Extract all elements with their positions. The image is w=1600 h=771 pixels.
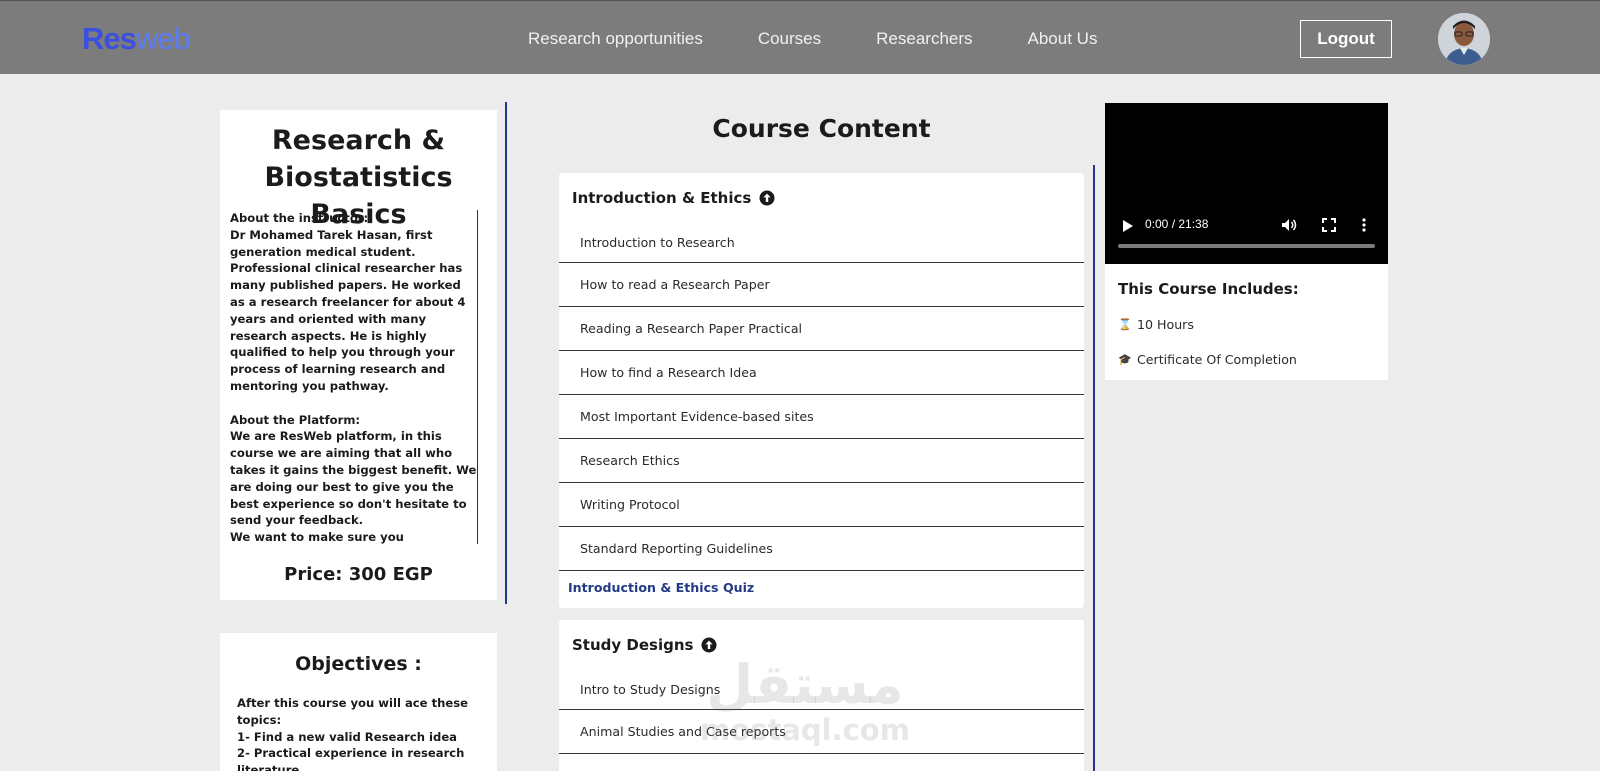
lesson-item[interactable]: Research Ethics [559, 439, 1084, 483]
objective-item: 1- Find a new valid Research idea [237, 729, 458, 744]
lesson-item[interactable]: Animal Studies and Case reports [559, 710, 1084, 754]
section-quiz-link[interactable]: Introduction & Ethics Quiz [559, 571, 1084, 604]
lesson-item[interactable]: How to read a Research Paper [559, 263, 1084, 307]
about-platform-text: We are ResWeb platform, in this course w… [230, 429, 477, 544]
lesson-item[interactable]: Writing Protocol [559, 483, 1084, 527]
course-info-card: Research & Biostatistics Basics About th… [220, 110, 497, 600]
section-title: Study Designs [572, 636, 694, 654]
about-instructor-text: Dr Mohamed Tarek Hasan, first generation… [230, 227, 466, 393]
lesson-item[interactable]: How to find a Research Idea [559, 351, 1084, 395]
nav-research-opportunities[interactable]: Research opportunities [528, 29, 703, 49]
includes-item: 🎓 Certificate Of Completion [1118, 352, 1297, 367]
collapse-arrow-up-icon[interactable] [701, 637, 717, 653]
course-description-scroll[interactable]: About the instructor: Dr Mohamed Tarek H… [230, 210, 478, 544]
top-navbar: Resweb Research opportunities Courses Re… [0, 0, 1600, 74]
user-avatar[interactable] [1438, 13, 1490, 65]
section-title: Introduction & Ethics [572, 189, 752, 207]
about-instructor-label: About the instructor: [230, 211, 369, 225]
video-time: 0:00 / 21:38 [1145, 217, 1209, 231]
collapse-arrow-up-icon[interactable] [759, 190, 775, 206]
play-icon[interactable] [1122, 219, 1134, 233]
avatar-image [1438, 13, 1490, 65]
about-platform-label: About the Platform: [230, 412, 361, 427]
course-price: Price: 300 EGP [284, 564, 433, 585]
more-options-icon[interactable] [1361, 217, 1367, 233]
course-video-player[interactable]: 0:00 / 21:38 [1105, 103, 1388, 264]
nav-courses[interactable]: Courses [758, 29, 821, 49]
objectives-card: Objectives : After this course you will … [220, 633, 497, 771]
left-divider [505, 102, 507, 604]
objective-item: 2- Practical experience in research lite… [237, 746, 465, 771]
course-includes-card: This Course Includes: ⌛ 10 Hours 🎓 Certi… [1105, 264, 1388, 380]
lesson-item[interactable]: Reading a Research Paper Practical [559, 307, 1084, 351]
graduation-cap-icon: 🎓 [1118, 353, 1132, 366]
video-progress-bar[interactable] [1118, 244, 1375, 248]
section-header[interactable]: Introduction & Ethics [559, 173, 1084, 223]
nav-about-us[interactable]: About Us [1028, 29, 1098, 49]
course-content-heading: Course Content [712, 114, 931, 143]
nav-researchers[interactable]: Researchers [876, 29, 972, 49]
section-header[interactable]: Study Designs [559, 620, 1084, 670]
section-introduction-ethics: Introduction & Ethics Introduction to Re… [559, 173, 1084, 608]
lesson-item[interactable]: Standard Reporting Guidelines [559, 527, 1084, 571]
volume-icon[interactable] [1281, 218, 1297, 232]
lesson-item[interactable]: Introduction to Research [559, 223, 1084, 263]
main-nav: Research opportunities Courses Researche… [528, 29, 1152, 49]
lesson-item[interactable]: Most Important Evidence-based sites [559, 395, 1084, 439]
middle-divider [1093, 165, 1095, 771]
objectives-list: After this course you will ace these top… [237, 695, 487, 771]
objectives-intro: After this course you will ace these top… [237, 696, 468, 727]
logout-button[interactable]: Logout [1300, 20, 1392, 58]
includes-item: ⌛ 10 Hours [1118, 317, 1194, 332]
section-study-designs: Study Designs Intro to Study Designs Ani… [559, 620, 1084, 771]
resweb-logo[interactable]: Resweb [82, 21, 191, 57]
hourglass-icon: ⌛ [1118, 318, 1132, 331]
lesson-item[interactable]: Intro to Study Designs [559, 670, 1084, 710]
includes-title: This Course Includes: [1118, 280, 1299, 298]
objectives-title: Objectives : [295, 653, 422, 675]
fullscreen-icon[interactable] [1322, 218, 1336, 232]
